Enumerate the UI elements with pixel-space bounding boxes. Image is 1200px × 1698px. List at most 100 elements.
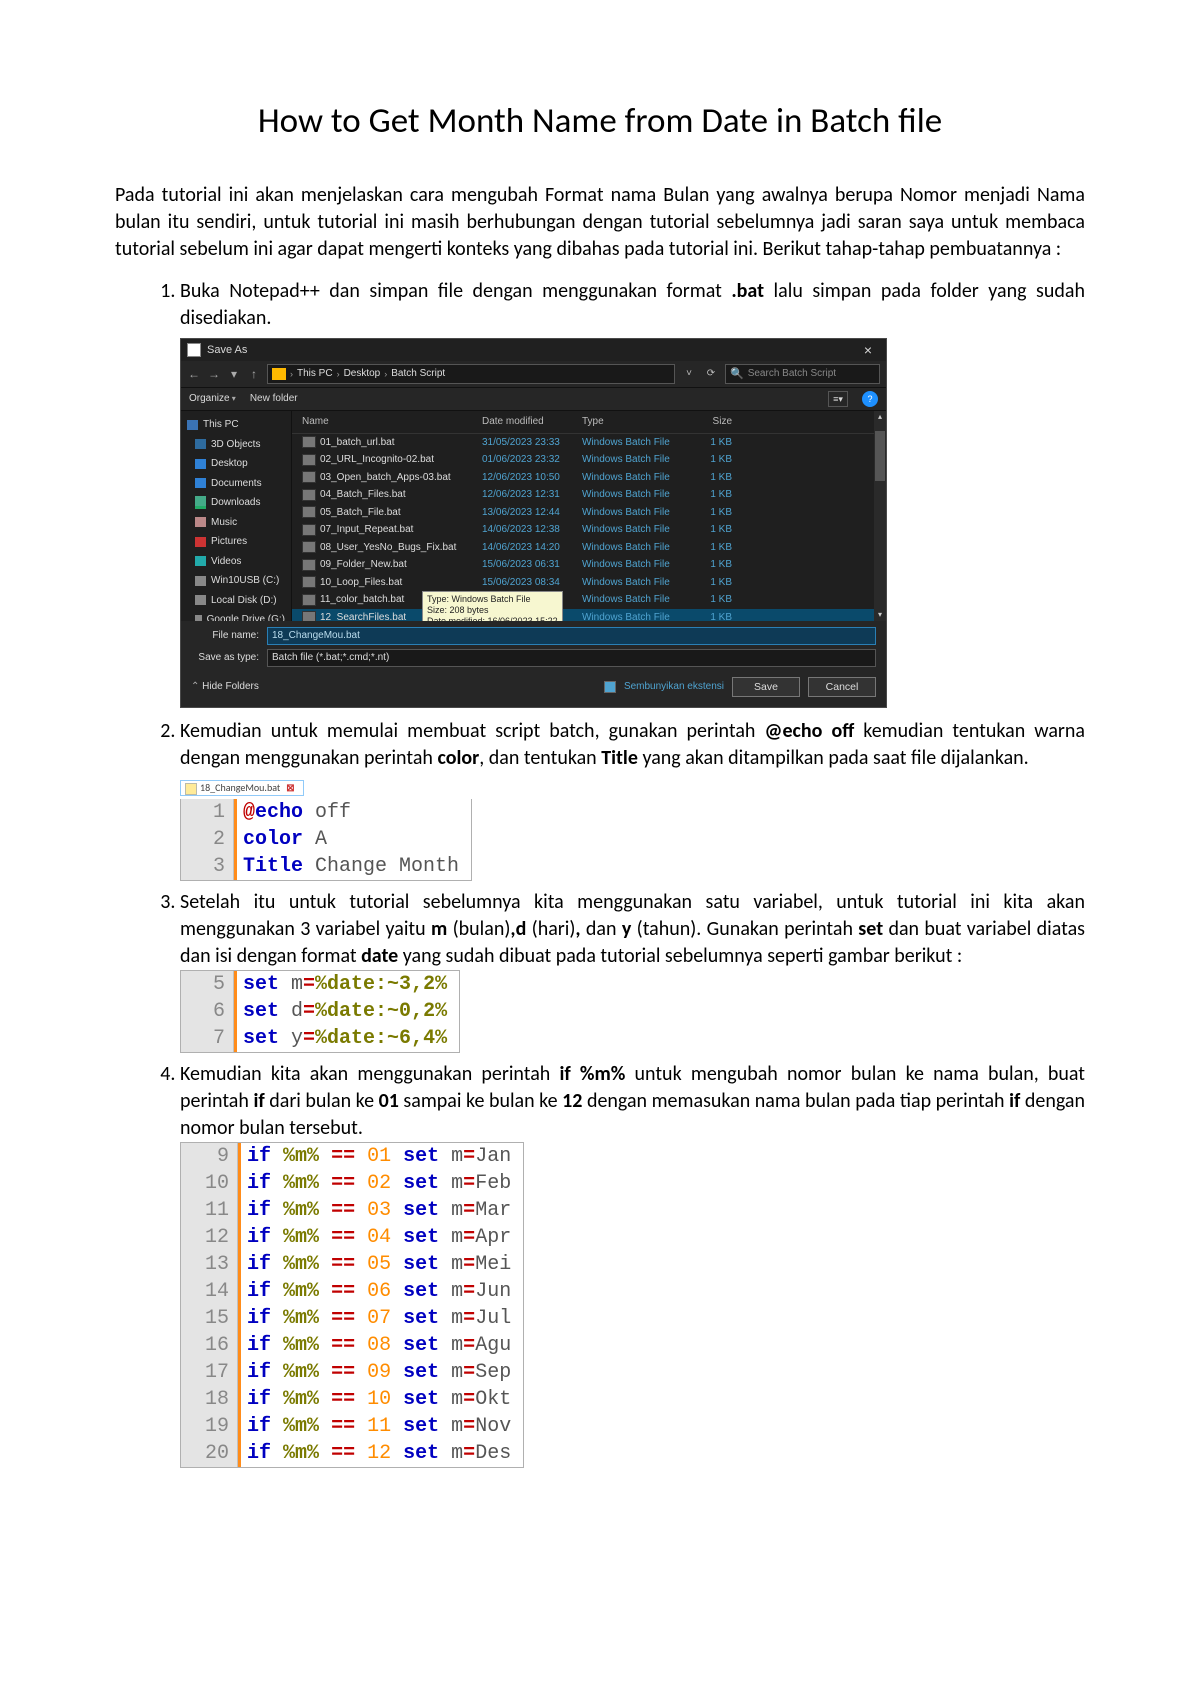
line-number: 12	[181, 1224, 238, 1251]
file-list-header: Name Date modified Type Size	[292, 411, 886, 434]
line-number: 16	[181, 1332, 238, 1359]
file-name: 09_Folder_New.bat	[320, 558, 407, 572]
code-block-2: 5set m=%date:~3,2% 6set d=%date:~0,2% 7s…	[180, 970, 460, 1053]
file-name: 12_SearchFiles.bat	[320, 611, 406, 622]
breadcrumb-sep: ›	[290, 368, 293, 380]
objects3d-icon	[195, 439, 206, 449]
text: y	[622, 917, 631, 941]
bat-file-icon	[302, 559, 316, 571]
line-number: 2	[181, 826, 234, 853]
refresh-icon[interactable]: ⟳	[703, 367, 719, 381]
breadcrumb-folder[interactable]: Batch Script	[391, 367, 445, 381]
step-3: Setelah itu untuk tutorial sebelumnya ki…	[180, 889, 1085, 1053]
breadcrumb-sep: ›	[384, 368, 387, 380]
nav-music[interactable]: Music	[181, 513, 291, 533]
file-row[interactable]: 12_SearchFiles.bat16/06/2023 14:50Window…	[292, 609, 886, 622]
bat-file-icon	[302, 454, 316, 466]
file-row[interactable]: 02_URL_Incognito-02.bat01/06/2023 23:32W…	[292, 451, 886, 469]
file-size: 1 KB	[682, 488, 732, 502]
breadcrumb-dropdown-icon[interactable]: ˅	[681, 367, 697, 381]
file-date: 31/05/2023 23:33	[482, 436, 582, 450]
bat-file-icon	[302, 611, 316, 621]
cancel-button[interactable]: Cancel	[808, 677, 876, 697]
save-button[interactable]: Save	[732, 677, 800, 697]
address-bar: ← → ▾ ↑ › This PC › Desktop › Batch Scri…	[181, 361, 886, 388]
file-row[interactable]: 11_color_batch.bat15/06/2023 09:16Window…	[292, 591, 886, 609]
search-icon: 🔍	[730, 367, 744, 382]
search-input[interactable]: 🔍 Search Batch Script	[725, 364, 880, 384]
close-icon[interactable]: ×	[850, 339, 886, 361]
nav-this-pc[interactable]: This PC	[181, 415, 291, 435]
file-size: 1 KB	[682, 611, 732, 622]
file-name: 01_batch_url.bat	[320, 436, 395, 450]
nav-back-icon[interactable]: ←	[187, 366, 201, 382]
code-line: if %m% == 04 set m=Apr	[238, 1224, 523, 1251]
code-line: if %m% == 01 set m=Jan	[238, 1143, 523, 1170]
organize-menu[interactable]: Organize	[189, 392, 236, 406]
nav-recent-icon[interactable]: ▾	[227, 366, 241, 382]
hide-folders-button[interactable]: Hide Folders	[191, 680, 259, 694]
file-name: 02_URL_Incognito-02.bat	[320, 453, 434, 467]
nav-downloads[interactable]: Downloads	[181, 493, 291, 513]
nav-up-icon[interactable]: ↑	[247, 366, 261, 382]
bat-file-icon	[302, 524, 316, 536]
code-line: set y=%date:~6,4%	[234, 1025, 459, 1052]
file-row[interactable]: 04_Batch_Files.bat12/06/2023 12:31Window…	[292, 486, 886, 504]
file-date: 12/06/2023 12:31	[482, 488, 582, 502]
nav-3d-objects[interactable]: 3D Objects	[181, 435, 291, 455]
file-row[interactable]: 08_User_YesNo_Bugs_Fix.bat14/06/2023 14:…	[292, 539, 886, 557]
breadcrumb-desktop[interactable]: Desktop	[344, 367, 381, 381]
editor-tab[interactable]: 18_ChangeMou.bat⊠	[180, 780, 304, 796]
nav-pictures[interactable]: Pictures	[181, 532, 291, 552]
checkbox[interactable]	[604, 681, 616, 693]
file-row[interactable]: 05_Batch_File.bat13/06/2023 12:44Windows…	[292, 504, 886, 522]
titlebar: Save As ×	[181, 339, 886, 361]
text: 01	[379, 1089, 399, 1113]
pictures-icon	[195, 537, 206, 547]
header-date[interactable]: Date modified	[482, 415, 582, 429]
nav-videos[interactable]: Videos	[181, 552, 291, 572]
header-size[interactable]: Size	[682, 415, 732, 429]
steps-list: Buka Notepad++ dan simpan file dengan me…	[115, 278, 1085, 1468]
nav-forward-icon[interactable]: →	[207, 366, 221, 382]
breadcrumb[interactable]: › This PC › Desktop › Batch Script	[267, 364, 675, 384]
scroll-down-icon[interactable]: ▾	[874, 609, 886, 621]
file-size: 1 KB	[682, 471, 732, 485]
scroll-thumb[interactable]	[875, 431, 885, 481]
saveastype-input[interactable]: Batch file (*.bat;*.cmd;*.nt)	[267, 649, 876, 667]
header-type[interactable]: Type	[582, 415, 682, 429]
nav-label: Local Disk (D:)	[211, 594, 277, 608]
file-row[interactable]: 09_Folder_New.bat15/06/2023 06:31Windows…	[292, 556, 886, 574]
file-row[interactable]: 10_Loop_Files.bat15/06/2023 08:34Windows…	[292, 574, 886, 592]
tab-close-icon[interactable]: ⊠	[286, 781, 294, 794]
bat-file-icon	[302, 594, 316, 606]
file-type: Windows Batch File	[582, 558, 682, 572]
line-number: 10	[181, 1170, 238, 1197]
file-name: 05_Batch_File.bat	[320, 506, 401, 520]
file-size: 1 KB	[682, 436, 732, 450]
breadcrumb-thispc[interactable]: This PC	[297, 367, 333, 381]
text: dari bulan ke	[265, 1089, 379, 1113]
scroll-up-icon[interactable]: ▴	[874, 411, 886, 423]
header-name[interactable]: Name	[302, 415, 482, 429]
nav-desktop[interactable]: Desktop	[181, 454, 291, 474]
text: m	[431, 917, 447, 941]
nav-disk-d[interactable]: Local Disk (D:)	[181, 591, 291, 611]
step-4: Kemudian kita akan menggunakan perintah …	[180, 1061, 1085, 1468]
videos-icon	[195, 556, 206, 566]
view-options-icon[interactable]: ≡▾	[828, 391, 848, 407]
nav-documents[interactable]: Documents	[181, 474, 291, 494]
nav-google-drive[interactable]: Google Drive (G:)	[181, 610, 291, 621]
file-row[interactable]: 01_batch_url.bat31/05/2023 23:33Windows …	[292, 434, 886, 452]
filename-input[interactable]: 18_ChangeMou.bat	[267, 627, 876, 645]
file-row[interactable]: 07_Input_Repeat.bat14/06/2023 12:38Windo…	[292, 521, 886, 539]
scrollbar[interactable]: ▴ ▾	[874, 411, 886, 621]
new-folder-button[interactable]: New folder	[250, 392, 298, 406]
file-row[interactable]: 03_Open_batch_Apps-03.bat12/06/2023 10:5…	[292, 469, 886, 487]
file-name: 03_Open_batch_Apps-03.bat	[320, 471, 451, 485]
nav-disk-c[interactable]: Win10USB (C:)	[181, 571, 291, 591]
help-icon[interactable]: ?	[862, 391, 878, 407]
text: (hari)	[526, 917, 575, 941]
code-line: if %m% == 08 set m=Agu	[238, 1332, 523, 1359]
text: ,d	[510, 917, 526, 941]
